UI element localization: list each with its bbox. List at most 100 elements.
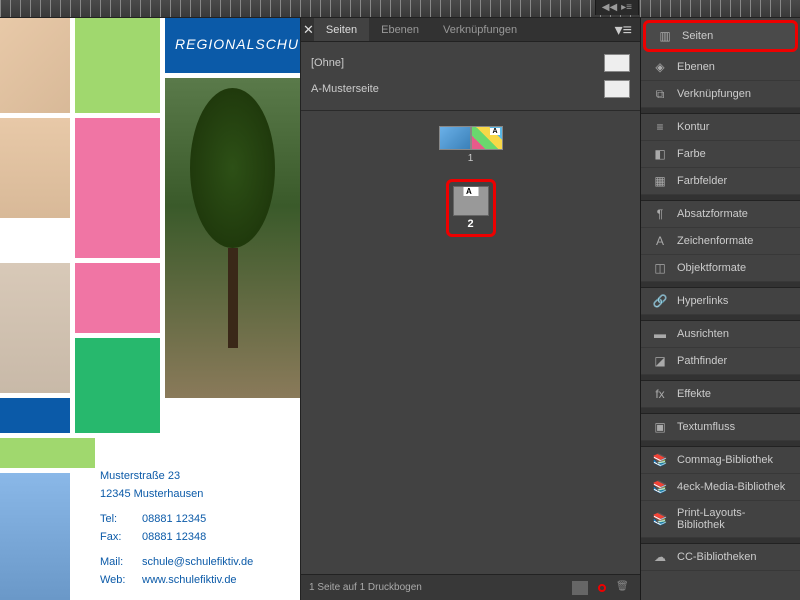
master-thumb (604, 54, 630, 72)
color-tile-pink (75, 118, 160, 258)
side-panel-label: Ebenen (677, 61, 715, 73)
side-panel-farbfelder[interactable]: ▦ Farbfelder (641, 168, 800, 195)
side-panel-dock: ▥ Seiten ◈ Ebenen ⧉Verknüpfungen ≡ Kontur ◧ Farb… (640, 18, 800, 600)
cc-library-icon: ☁ (651, 550, 669, 564)
color-icon: ◧ (651, 147, 669, 161)
web-value: www.schulefiktiv.de (142, 572, 237, 590)
mail-value: schule@schulefiktiv.de (142, 554, 253, 572)
panel-link-icon[interactable]: ✕ (303, 22, 314, 38)
side-panel-farbe[interactable]: ◧ Farbe (641, 141, 800, 168)
headline-text: REGIONALSCHU (175, 36, 299, 52)
side-panel-textumfluss[interactable]: ▣ Textumfluss (641, 414, 800, 441)
side-panel-label: Kontur (677, 121, 709, 133)
side-panel-label: Zeichenformate (677, 235, 753, 247)
page-2-highlight: A 2 (446, 179, 496, 237)
tel-value: 08881 12345 (142, 511, 206, 529)
side-panel-lib1[interactable]: 📚 Commag-Bibliothek (641, 447, 800, 474)
footer-status: 1 Seite auf 1 Druckbogen (309, 582, 422, 593)
contact-city: 12345 Musterhausen (100, 486, 253, 504)
tree-graphic (190, 88, 275, 348)
side-panel-label: Commag-Bibliothek (677, 454, 773, 466)
page-thumb-2[interactable]: A (453, 186, 489, 216)
contact-block: Musterstraße 23 12345 Musterhausen Tel:0… (100, 468, 253, 590)
align-icon: ▬ (651, 327, 669, 341)
effects-icon: fx (651, 387, 669, 401)
ruler-horizontal[interactable] (0, 0, 800, 18)
side-panel-pathfinder[interactable]: ◪ Pathfinder (641, 348, 800, 375)
side-panel-kontur[interactable]: ≡ Kontur (641, 114, 800, 141)
web-label: Web: (100, 572, 130, 590)
swatches-icon: ▦ (651, 174, 669, 188)
side-panel-effekte[interactable]: fx Effekte (641, 381, 800, 408)
page-number: 2 (453, 218, 489, 230)
side-panel-label: Farbfelder (677, 175, 727, 187)
paragraph-styles-icon: ¶ (651, 207, 669, 221)
side-panel-cclib[interactable]: ☁CC-Bibliotheken (641, 544, 800, 571)
textwrap-icon: ▣ (651, 420, 669, 434)
document-canvas[interactable]: REGIONALSCHU Musterstraße 23 12345 Muste… (0, 18, 300, 600)
panel-tabs: ✕ Seiten Ebenen Verknüpfungen ▾≡ (301, 18, 640, 42)
stroke-icon: ≡ (651, 120, 669, 134)
color-tile-pink (75, 263, 160, 333)
side-panel-hyperlinks[interactable]: 🔗Hyperlinks (641, 288, 800, 315)
side-panel-ebenen[interactable]: ◈ Ebenen (641, 54, 800, 81)
master-label: [Ohne] (311, 57, 344, 69)
side-panel-lib2[interactable]: 📚 4eck-Media-Bibliothek (641, 474, 800, 501)
master-none[interactable]: [Ohne] (311, 50, 630, 76)
side-panel-label: Farbe (677, 148, 706, 160)
side-panel-seiten[interactable]: ▥ Seiten (643, 20, 798, 52)
object-styles-icon: ◫ (651, 261, 669, 275)
layers-icon: ◈ (651, 60, 669, 74)
side-panel-zeichen[interactable]: AZeichenformate (641, 228, 800, 255)
mail-label: Mail: (100, 554, 130, 572)
side-panel-verkn[interactable]: ⧉Verknüpfungen (641, 81, 800, 108)
library-icon: 📚 (651, 512, 669, 526)
side-panel-ausrichten[interactable]: ▬ Ausrichten (641, 321, 800, 348)
color-tile-lime (0, 438, 95, 468)
side-panel-lib3[interactable]: 📚 Print-Layouts-Bibliothek (641, 501, 800, 538)
links-icon: ⧉ (651, 87, 669, 101)
side-panel-label: Ausrichten (677, 328, 729, 340)
image-tile (0, 118, 70, 218)
side-panel-absatz[interactable]: ¶Absatzformate (641, 201, 800, 228)
edit-page-size-icon[interactable] (572, 581, 588, 595)
panel-collapse-toggle[interactable]: ◀◀▸≡ (595, 0, 639, 15)
library-icon: 📚 (651, 480, 669, 494)
tab-verknuepfungen[interactable]: Verknüpfungen (431, 18, 529, 41)
side-panel-objekt[interactable]: ◫ Objektformate (641, 255, 800, 282)
pages-icon: ▥ (656, 29, 674, 43)
master-badge: A (490, 128, 499, 135)
panel-menu-button[interactable]: ▾≡ (607, 20, 640, 40)
pages-panel-footer: 1 Seite auf 1 Druckbogen 🗑 (301, 574, 640, 600)
side-panel-label: 4eck-Media-Bibliothek (677, 481, 785, 493)
side-panel-label: Textumfluss (677, 421, 735, 433)
page-thumb-1-left[interactable] (439, 126, 471, 150)
side-panel-label: Effekte (677, 388, 711, 400)
side-panel-label: Seiten (682, 30, 713, 42)
image-tile (0, 18, 70, 113)
tab-seiten[interactable]: Seiten (314, 18, 369, 41)
master-thumb (604, 80, 630, 98)
library-icon: 📚 (651, 453, 669, 467)
delete-page-icon[interactable]: 🗑 (616, 581, 632, 595)
image-tile (0, 263, 70, 393)
tab-ebenen[interactable]: Ebenen (369, 18, 431, 41)
new-page-highlight (598, 584, 606, 592)
image-tile (0, 473, 70, 600)
side-panel-label: Objektformate (677, 262, 746, 274)
color-tile-blue (0, 398, 70, 433)
pages-panel: ✕ Seiten Ebenen Verknüpfungen ▾≡ [Ohne] … (300, 18, 640, 600)
side-panel-label: Print-Layouts-Bibliothek (677, 507, 790, 531)
master-a[interactable]: A-Musterseite (311, 76, 630, 102)
color-tile-green (75, 338, 160, 433)
side-panel-label: Pathfinder (677, 355, 727, 367)
side-panel-label: Hyperlinks (677, 295, 728, 307)
color-tile-green (75, 18, 160, 113)
pathfinder-icon: ◪ (651, 354, 669, 368)
page-number: 1 (468, 153, 474, 164)
page-thumb-1-right[interactable]: A (471, 126, 503, 150)
master-pages-section: [Ohne] A-Musterseite (301, 42, 640, 111)
fax-value: 08881 12348 (142, 529, 206, 547)
master-badge: A (463, 187, 478, 196)
pages-area[interactable]: A 1 A 2 (301, 111, 640, 574)
